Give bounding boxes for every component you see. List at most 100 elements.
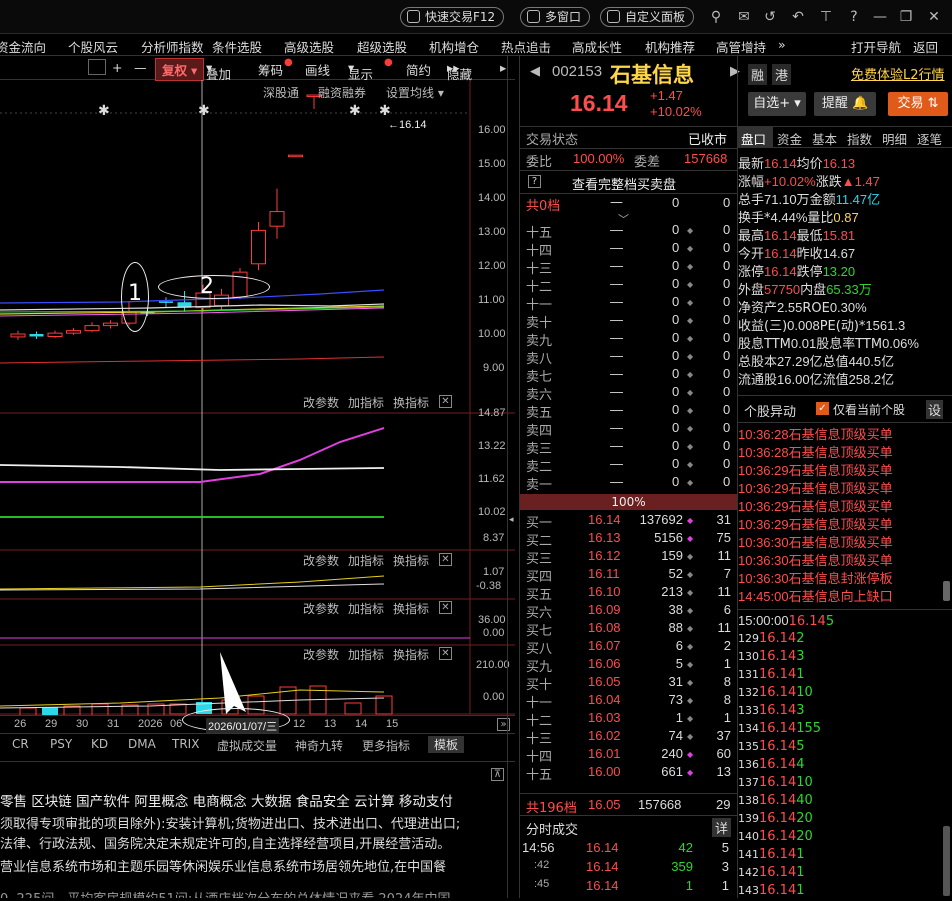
minute-scrollbar[interactable] — [943, 826, 950, 896]
sell-row[interactable]: 十二 — 0 ◆ 0 — [520, 276, 737, 294]
menu-item[interactable]: 分析师指数 — [141, 37, 204, 56]
undo-icon[interactable]: ↺ — [762, 9, 778, 25]
anomaly-row[interactable]: 10:36:28石基信息顶级买单 — [738, 442, 943, 461]
sell-row[interactable]: 十一 — 0 ◆ 0 — [520, 294, 737, 312]
add-indicator-link[interactable]: 加指标 — [348, 552, 384, 569]
kline-chart-area[interactable]: 深股通 融资融券 设置均线 ▾ ✱ ✱ ✱ ✱ ←16.14 16.00 15.… — [0, 80, 515, 715]
menu-item[interactable]: 高级选股 — [284, 37, 334, 56]
sell-row[interactable]: 十三 — 0 ◆ 0 — [520, 258, 737, 276]
back-icon[interactable]: ↶ — [790, 9, 806, 25]
menu-item[interactable]: 超级选股 — [357, 37, 407, 56]
alert-button[interactable]: 提醒 🔔 — [814, 92, 876, 116]
menu-item[interactable]: 高管增持 — [716, 37, 766, 56]
restore-icon[interactable]: ❐ — [898, 9, 914, 25]
buy-row[interactable]: 买七 16.08 88 ◆ 11 — [520, 620, 737, 638]
user-icon[interactable]: ⚲ — [708, 9, 724, 25]
full-book-row[interactable]: ? 查看完整档买卖盘 — [520, 170, 737, 193]
tab-psy[interactable]: PSY — [50, 737, 72, 751]
buy-row[interactable]: 十四 16.01 240 ◆ 60 — [520, 746, 737, 764]
menu-item[interactable]: 条件选股 — [212, 37, 262, 56]
anomaly-scrollbar[interactable] — [943, 581, 950, 601]
anomaly-row[interactable]: 10:36:28石基信息顶级买单 — [738, 424, 943, 443]
anomaly-row[interactable]: 14:45:00石基信息向上缺口 — [738, 586, 943, 605]
anomaly-row[interactable]: 10:36:29石基信息顶级买单 — [738, 478, 943, 497]
checkbox-checked-icon[interactable]: ✓ — [816, 402, 829, 415]
lock-icon[interactable] — [88, 59, 106, 75]
tab-kd[interactable]: KD — [91, 737, 108, 751]
sell-row[interactable]: 卖七 — 0 ◆ 0 — [520, 366, 737, 384]
sell-row[interactable]: 卖二 — 0 ◆ 0 — [520, 456, 737, 474]
margin-badge[interactable]: 融 — [748, 64, 768, 85]
anomaly-row[interactable]: 10:36:29石基信息顶级买单 — [738, 496, 943, 515]
sell-row[interactable]: 卖六 — 0 ◆ 0 — [520, 384, 737, 402]
menu-more[interactable]: » — [778, 37, 786, 52]
buy-row[interactable]: 十二 16.03 1 ◆ 1 — [520, 710, 737, 728]
mail-icon[interactable]: ✉ — [736, 9, 752, 25]
swap-indicator-link[interactable]: 换指标 — [393, 394, 429, 411]
add-indicator-link[interactable]: 加指标 — [348, 600, 384, 617]
anomaly-row[interactable]: 10:36:30石基信息顶级买单 — [738, 532, 943, 551]
close-panel-icon[interactable]: ✕ — [439, 601, 452, 614]
buy-row[interactable]: 十一 16.04 73 ◆ 8 — [520, 692, 737, 710]
buy-row[interactable]: 买八 16.07 6 ◆ 2 — [520, 638, 737, 656]
anomaly-row[interactable]: 10:36:30石基信息封涨停板 — [738, 568, 943, 587]
tab-trix[interactable]: TRIX — [172, 737, 199, 751]
ma-settings-link[interactable]: 设置均线 ▾ — [386, 84, 444, 101]
tab-zhishu[interactable]: 指数 — [847, 129, 872, 148]
help-icon[interactable]: ? — [846, 9, 862, 25]
back-button[interactable]: 返回 — [913, 37, 938, 56]
anomaly-row[interactable]: 10:36:30石基信息顶级买单 — [738, 550, 943, 569]
sell-row[interactable]: 卖五 — 0 ◆ 0 — [520, 402, 737, 420]
buy-row[interactable]: 买六 16.09 38 ◆ 6 — [520, 602, 737, 620]
trade-button[interactable]: 交易 ⇅ — [888, 92, 948, 116]
tab-dma[interactable]: DMA — [128, 737, 156, 751]
tab-zijin[interactable]: 资金 — [777, 129, 802, 148]
menu-item[interactable]: 机构推荐 — [645, 37, 695, 56]
edit-params-link[interactable]: 改参数 — [303, 600, 339, 617]
tab-more-indicators[interactable]: 更多指标 — [362, 737, 410, 754]
add-indicator-link[interactable]: 加指标 — [348, 394, 384, 411]
anomaly-settings-button[interactable]: 设 — [926, 400, 944, 419]
zoom-out-icon[interactable]: — — [134, 60, 147, 75]
add-watchlist-button[interactable]: 自选+ ▾ — [748, 92, 806, 116]
huaxian-button[interactable]: 画线 — [305, 60, 330, 79]
add-indicator-link[interactable]: 加指标 — [348, 646, 384, 663]
buy-row[interactable]: 买五 16.10 213 ◆ 11 — [520, 584, 737, 602]
close-panel-icon[interactable]: ✕ — [439, 553, 452, 566]
tab-jiben[interactable]: 基本 — [812, 129, 837, 148]
swap-indicator-link[interactable]: 换指标 — [393, 552, 429, 569]
buy-row[interactable]: 买三 16.12 159 ◆ 11 — [520, 548, 737, 566]
sell-row[interactable]: 十五 — 0 ◆ 0 — [520, 222, 737, 240]
fuquan-button[interactable]: 复权 ▾ — [155, 58, 205, 81]
sell-row[interactable]: 十四 — 0 ◆ 0 — [520, 240, 737, 258]
anomaly-row[interactable]: 10:36:29石基信息顶级买单 — [738, 514, 943, 533]
custom-panel-button[interactable]: 自定义面板 — [600, 7, 695, 27]
menu-item[interactable]: 高成长性 — [572, 37, 622, 56]
tab-virtual-volume[interactable]: 虚拟成交量 — [217, 737, 277, 754]
tab-pankou[interactable]: 盘口 — [738, 127, 773, 148]
swap-indicator-link[interactable]: 换指标 — [393, 600, 429, 617]
buy-row[interactable]: 买十 16.05 31 ◆ 8 — [520, 674, 737, 692]
menu-item[interactable]: 资金流向 — [0, 37, 46, 56]
collapse-left-icon[interactable]: ◂ — [509, 515, 514, 525]
buy-row[interactable]: 买一 16.14 137692 ◆ 31 — [520, 512, 737, 530]
sgt-link[interactable]: 深股通 — [263, 84, 299, 101]
sell-row[interactable]: 卖十 — 0 ◆ 0 — [520, 312, 737, 330]
swap-indicator-link[interactable]: 换指标 — [393, 646, 429, 663]
tab-template[interactable]: 模板 — [428, 736, 465, 753]
l2-trial-link[interactable]: 免费体验L2行情 — [851, 64, 945, 83]
full-book-link[interactable]: 查看完整档买卖盘 — [572, 174, 676, 193]
rzrq-link[interactable]: 融资融券 — [318, 84, 366, 101]
multi-window-button[interactable]: 多窗口 — [520, 7, 591, 27]
buy-row[interactable]: 十五 16.00 661 ◆ 13 — [520, 764, 737, 782]
menu-item[interactable]: 机构增仓 — [429, 37, 479, 56]
sell-row[interactable]: 卖八 — 0 ◆ 0 — [520, 348, 737, 366]
sell-row[interactable]: 卖四 — 0 ◆ 0 — [520, 420, 737, 438]
minimize-icon[interactable]: — — [872, 9, 888, 25]
quick-trade-button[interactable]: 快速交易F12 — [400, 7, 505, 27]
chouma-button[interactable]: 筹码 — [258, 60, 283, 79]
sell-row[interactable]: 卖九 — 0 ◆ 0 — [520, 330, 737, 348]
tab-td9[interactable]: 神奇九转 — [295, 737, 343, 754]
xianshi-button[interactable]: 显示 ▾ — [348, 60, 373, 82]
hk-connect-badge[interactable]: 港 — [772, 64, 792, 85]
